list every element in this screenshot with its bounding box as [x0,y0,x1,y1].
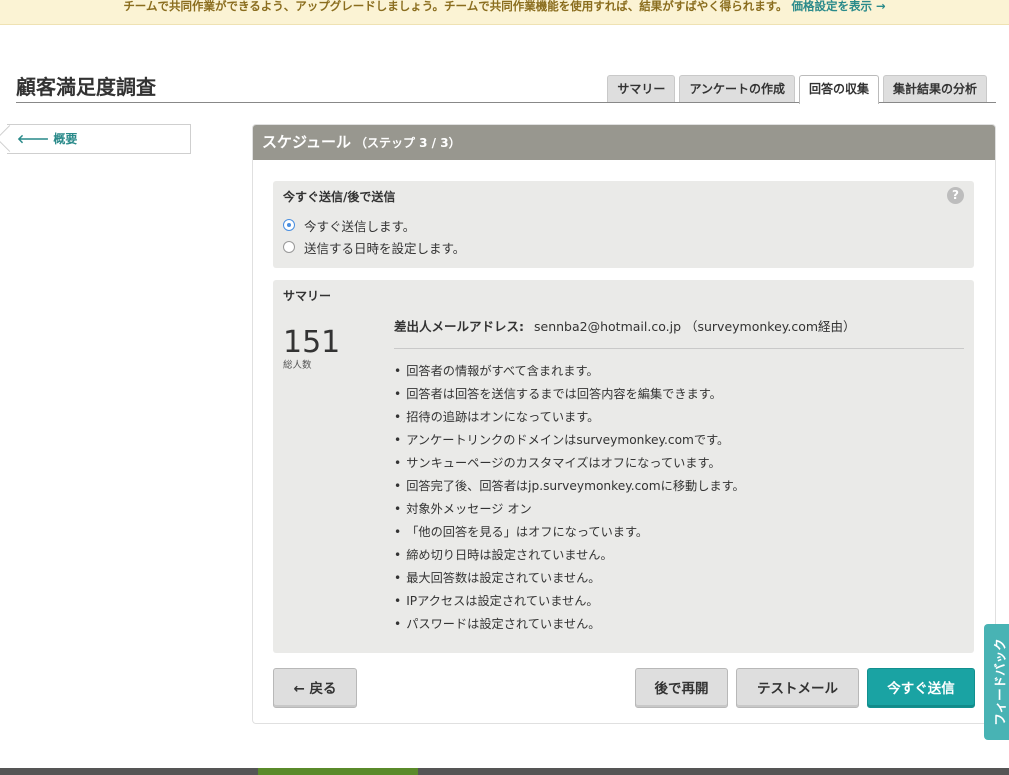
summary-box: サマリー 151 総人数 差出人メールアドレス: sennba2@hotmail.… [273,280,974,653]
help-icon[interactable]: ? [947,187,964,204]
list-item: 最大回答数は設定されていません。 [394,567,745,590]
recipient-count-label: 総人数 [283,360,312,371]
send-timing-box: 今すぐ送信/後で送信 ? 今すぐ送信します。 送信する日時を設定します。 [273,181,974,268]
list-item: 締め切り日時は設定されていません。 [394,544,745,567]
test-email-button[interactable]: テストメール [736,668,859,708]
list-item: 招待の追跡はオンになっています。 [394,406,745,429]
panel-step: （ステップ 3 / 3） [354,136,461,150]
schedule-label: 送信する日時を設定します。 [304,240,466,256]
overview-back-link[interactable]: 🡐 概要 [7,124,191,154]
list-item: パスワードは設定されていません。 [394,613,745,636]
schedule-radio[interactable] [283,241,295,253]
settings-list: 回答者の情報がすべて含まれます。 回答者は回答を送信するまでは回答内容を編集でき… [394,360,745,636]
list-item: 回答者の情報がすべて含まれます。 [394,360,745,383]
send-now-option[interactable]: 今すぐ送信します。 [283,216,415,234]
panel-title: スケジュール [262,133,351,151]
overview-back-label: 🡐 概要 [17,132,78,146]
back-button[interactable]: ← 戻る [273,668,357,708]
tab-analyze-results[interactable]: 集計結果の分析 [882,75,987,102]
bottom-strip-highlight [258,768,418,775]
list-item: アンケートリンクのドメインはsurveymonkey.comです。 [394,429,745,452]
bottom-strip [0,768,1009,775]
pricing-link[interactable]: 価格設定を表示 → [792,0,886,13]
feedback-label: フィードバック [992,638,1008,726]
banner-message: チームで共同作業ができるよう、アップグレードしましょう。チームで共同作業機能を使… [123,0,788,13]
list-item: 回答者は回答を送信するまでは回答内容を編集できます。 [394,383,745,406]
list-item: 「他の回答を見る」はオフになっています。 [394,521,745,544]
list-item: サンキューページのカスタマイズはオフになっています。 [394,452,745,475]
send-now-button[interactable]: 今すぐ送信 [867,668,975,708]
sender-email-label: 差出人メールアドレス: [394,319,524,334]
schedule-option[interactable]: 送信する日時を設定します。 [283,238,465,256]
resume-later-button[interactable]: 後で再開 [635,668,728,708]
upgrade-banner-text: チームで共同作業ができるよう、アップグレードしましょう。チームで共同作業機能を使… [123,0,885,12]
upgrade-banner: チームで共同作業ができるよう、アップグレードしましょう。チームで共同作業機能を使… [0,0,1009,25]
send-now-label: 今すぐ送信します。 [304,218,416,234]
list-item: 対象外メッセージ オン [394,498,745,521]
schedule-panel: スケジュール （ステップ 3 / 3） 今すぐ送信/後で送信 ? 今すぐ送信します… [252,124,996,724]
list-item: IPアクセスは設定されていません。 [394,590,745,613]
send-timing-label: 今すぐ送信/後で送信 [283,190,396,204]
send-now-radio[interactable] [283,219,295,231]
sender-email: 差出人メールアドレス: sennba2@hotmail.co.jp （survey… [394,316,856,335]
tab-design-survey[interactable]: アンケートの作成 [679,75,795,102]
tab-collect-responses[interactable]: 回答の収集 [798,75,879,104]
tab-summary[interactable]: サマリー [607,75,676,102]
summary-divider [394,348,964,349]
feedback-tab[interactable]: フィードバック [984,624,1009,740]
recipient-count: 151 [283,325,341,360]
list-item: 回答完了後、回答者はjp.surveymonkey.comに移動します。 [394,475,745,498]
summary-label: サマリー [283,289,332,303]
panel-header: スケジュール （ステップ 3 / 3） [253,125,995,160]
page-title: 顧客満足度調査 [16,75,156,99]
sender-email-value: sennba2@hotmail.co.jp （surveymonkey.com経… [534,319,856,334]
survey-tabs: サマリー アンケートの作成 回答の収集 集計結果の分析 [607,75,987,104]
